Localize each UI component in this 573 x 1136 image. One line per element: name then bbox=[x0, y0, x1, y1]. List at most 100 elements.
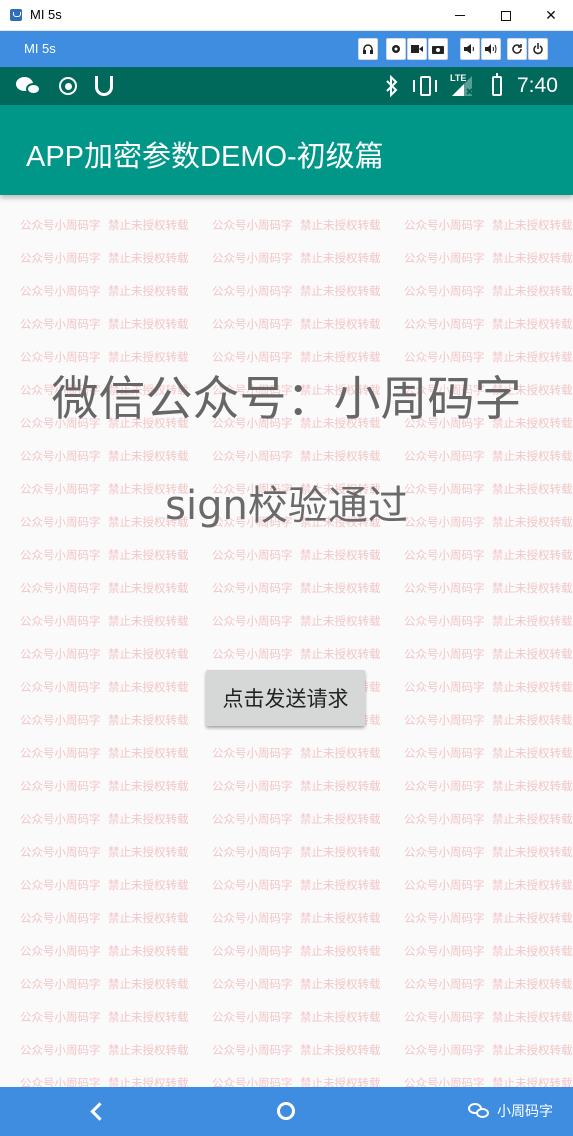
watermark-text: 公众号小周码字 bbox=[404, 251, 485, 265]
emulator-group-media bbox=[386, 38, 448, 60]
watermark-text: 禁止未授权转载 bbox=[300, 812, 381, 826]
shield-icon bbox=[92, 75, 116, 97]
watermark-text: 禁止未授权转载 bbox=[108, 746, 189, 760]
window-title-bar: MI 5s ✕ bbox=[0, 0, 573, 31]
power-button[interactable] bbox=[528, 38, 548, 60]
watermark-text: 公众号小周码字 bbox=[20, 284, 101, 298]
watermark-text: 公众号小周码字 bbox=[212, 284, 293, 298]
watermark-text: 禁止未授权转载 bbox=[300, 284, 381, 298]
status-bar: LTE 7:40 bbox=[0, 67, 573, 105]
watermark-text: 公众号小周码字 bbox=[212, 1043, 293, 1057]
close-icon: ✕ bbox=[545, 7, 557, 24]
watermark-text: 公众号小周码字 bbox=[20, 845, 101, 859]
watermark-text: 禁止未授权转载 bbox=[108, 218, 189, 232]
watermark-text: 禁止未授权转载 bbox=[108, 647, 189, 661]
settings-button[interactable] bbox=[386, 38, 406, 60]
watermark-text: 禁止未授权转载 bbox=[492, 746, 573, 760]
app-toolbar: APP加密参数DEMO-初级篇 bbox=[0, 105, 573, 195]
watermark-text: 公众号小周码字 bbox=[404, 713, 485, 727]
watermark-text: 公众号小周码字 bbox=[20, 680, 101, 694]
watermark-text: 禁止未授权转载 bbox=[492, 878, 573, 892]
watermark-text: 禁止未授权转载 bbox=[300, 449, 381, 463]
camera-icon bbox=[432, 46, 444, 54]
watermark-text: 禁止未授权转载 bbox=[108, 449, 189, 463]
watermark-text: 公众号小周码字 bbox=[404, 746, 485, 760]
watermark-text: 禁止未授权转载 bbox=[108, 1010, 189, 1024]
watermark-text: 公众号小周码字 bbox=[404, 944, 485, 958]
watermark-text: 禁止未授权转载 bbox=[492, 251, 573, 265]
watermark-text: 禁止未授权转载 bbox=[300, 317, 381, 331]
watermark-text: 禁止未授权转载 bbox=[108, 845, 189, 859]
vibrate-icon bbox=[410, 75, 440, 97]
watermark-text: 禁止未授权转载 bbox=[108, 284, 189, 298]
rotate-button[interactable] bbox=[507, 38, 527, 60]
watermark-text: 公众号小周码字 bbox=[404, 878, 485, 892]
camera-button[interactable] bbox=[428, 38, 448, 60]
watermark-text: 禁止未授权转载 bbox=[492, 548, 573, 562]
watermark-text: 禁止未授权转载 bbox=[492, 581, 573, 595]
status-clock: 7:40 bbox=[517, 74, 558, 97]
watermark-text: 禁止未授权转载 bbox=[492, 1043, 573, 1057]
watermark-text: 公众号小周码字 bbox=[404, 548, 485, 562]
record-icon bbox=[57, 75, 79, 97]
watermark-text: 公众号小周码字 bbox=[20, 1010, 101, 1024]
watermark-text: 禁止未授权转载 bbox=[300, 845, 381, 859]
watermark-text: 公众号小周码字 bbox=[20, 647, 101, 661]
watermark-text: 禁止未授权转载 bbox=[108, 251, 189, 265]
watermark-text: 公众号小周码字 bbox=[212, 548, 293, 562]
watermark-text: 公众号小周码字 bbox=[404, 449, 485, 463]
watermark-text: 禁止未授权转载 bbox=[492, 449, 573, 463]
battery-charging-icon bbox=[489, 73, 505, 97]
close-button[interactable]: ✕ bbox=[528, 0, 573, 31]
watermark-text: 公众号小周码字 bbox=[212, 911, 293, 925]
volume-up-button[interactable] bbox=[481, 38, 501, 60]
watermark-text: 禁止未授权转载 bbox=[108, 878, 189, 892]
home-icon[interactable] bbox=[277, 1102, 295, 1120]
watermark-text: 公众号小周码字 bbox=[212, 317, 293, 331]
watermark-text: 禁止未授权转载 bbox=[300, 944, 381, 958]
headphones-icon bbox=[363, 44, 373, 54]
watermark-text: 公众号小周码字 bbox=[20, 317, 101, 331]
watermark-text: 禁止未授权转载 bbox=[492, 284, 573, 298]
back-icon[interactable] bbox=[87, 1101, 107, 1121]
watermark-text: 公众号小周码字 bbox=[20, 251, 101, 265]
maximize-button[interactable] bbox=[483, 0, 529, 31]
watermark-text: 公众号小周码字 bbox=[20, 746, 101, 760]
volume-down-icon bbox=[464, 44, 474, 54]
watermark-text: 禁止未授权转载 bbox=[492, 614, 573, 628]
navigation-bar: 小周码字 bbox=[0, 1087, 573, 1136]
watermark-text: 禁止未授权转载 bbox=[300, 548, 381, 562]
watermark-text: 公众号小周码字 bbox=[212, 812, 293, 826]
watermark-text: 禁止未授权转载 bbox=[492, 1010, 573, 1024]
watermark-text: 公众号小周码字 bbox=[212, 647, 293, 661]
main-content: 公众号小周码字 禁止未授权转载 公众号小周码字 禁止未授权转载 公众号小周码字 禁止未授权… bbox=[0, 195, 573, 1087]
watermark-text: 公众号小周码字 bbox=[20, 614, 101, 628]
app-icon bbox=[10, 9, 22, 21]
watermark-text: 公众号小周码字 bbox=[404, 317, 485, 331]
watermark-text: 公众号小周码字 bbox=[212, 1010, 293, 1024]
watermark-text: 禁止未授权转载 bbox=[108, 779, 189, 793]
minimize-button[interactable] bbox=[437, 0, 483, 31]
watermark-text: 禁止未授权转载 bbox=[108, 317, 189, 331]
window-title: MI 5s bbox=[30, 7, 62, 22]
wechat-icon bbox=[14, 75, 44, 97]
watermark-text: 公众号小周码字 bbox=[404, 845, 485, 859]
watermark-text: 公众号小周码字 bbox=[212, 614, 293, 628]
watermark-text: 公众号小周码字 bbox=[212, 251, 293, 265]
watermark-text: 禁止未授权转载 bbox=[108, 944, 189, 958]
watermark-text: 禁止未授权转载 bbox=[492, 944, 573, 958]
watermark-text: 公众号小周码字 bbox=[20, 944, 101, 958]
watermark-text: 禁止未授权转载 bbox=[108, 680, 189, 694]
watermark-text: 禁止未授权转载 bbox=[492, 977, 573, 991]
watermark-text: 禁止未授权转载 bbox=[108, 911, 189, 925]
watermark-text: 禁止未授权转载 bbox=[300, 779, 381, 793]
volume-down-button[interactable] bbox=[460, 38, 480, 60]
headphones-button[interactable] bbox=[358, 38, 378, 60]
watermark-text: 禁止未授权转载 bbox=[300, 647, 381, 661]
send-request-button[interactable]: 点击发送请求 bbox=[206, 670, 365, 726]
watermark-text: 公众号小周码字 bbox=[404, 284, 485, 298]
bluetooth-icon bbox=[382, 75, 402, 97]
watermark-text: 公众号小周码字 bbox=[404, 1010, 485, 1024]
video-button[interactable] bbox=[407, 38, 427, 60]
watermark-text: 禁止未授权转载 bbox=[492, 779, 573, 793]
